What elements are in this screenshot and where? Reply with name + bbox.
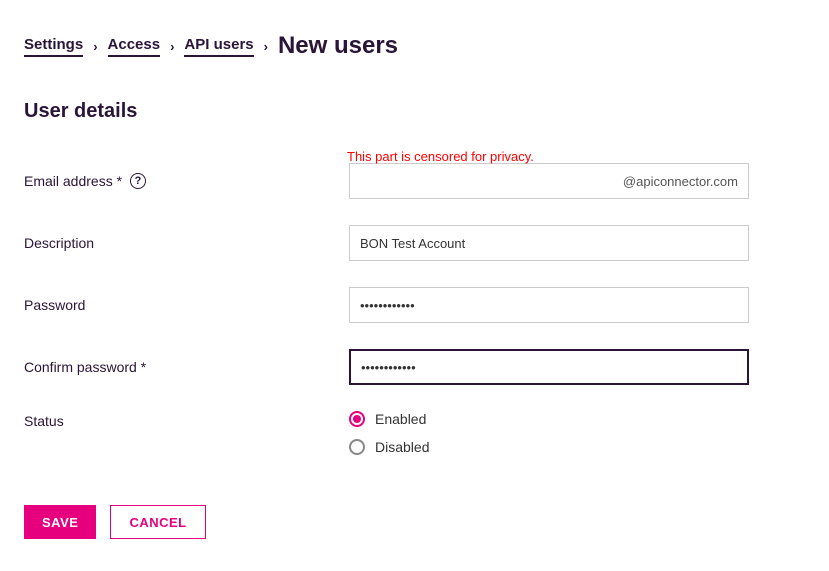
breadcrumb-access[interactable]: Access <box>108 36 161 57</box>
radio-icon <box>349 439 365 455</box>
chevron-right-icon: › <box>93 39 97 54</box>
button-row: SAVE CANCEL <box>24 505 805 539</box>
status-enabled-label: Enabled <box>375 411 426 427</box>
help-icon[interactable]: ? <box>130 173 146 189</box>
status-option-enabled[interactable]: Enabled <box>349 411 429 427</box>
description-input[interactable] <box>349 225 749 261</box>
form-row-description: Description <box>24 225 805 261</box>
confirm-password-input[interactable] <box>349 349 749 385</box>
email-field-wrapper: This part is censored for privacy. @apic… <box>349 163 749 199</box>
status-option-disabled[interactable]: Disabled <box>349 439 429 455</box>
confirm-password-label: Confirm password * <box>24 359 349 375</box>
email-suffix: @apiconnector.com <box>623 174 738 189</box>
form-row-email: Email address * ? This part is censored … <box>24 163 805 199</box>
email-label: Email address * ? <box>24 173 349 189</box>
cancel-button[interactable]: CANCEL <box>110 505 205 539</box>
breadcrumb-api-users[interactable]: API users <box>184 36 253 57</box>
chevron-right-icon: › <box>170 39 174 54</box>
chevron-right-icon: › <box>264 39 268 54</box>
breadcrumb: Settings › Access › API users › New user… <box>24 32 805 60</box>
status-radio-group: Enabled Disabled <box>349 411 429 455</box>
password-label: Password <box>24 297 349 313</box>
password-input[interactable] <box>349 287 749 323</box>
email-label-text: Email address * <box>24 173 122 189</box>
breadcrumb-settings[interactable]: Settings <box>24 36 83 57</box>
email-field[interactable]: @apiconnector.com <box>349 163 749 199</box>
radio-icon <box>349 411 365 427</box>
description-label: Description <box>24 235 349 251</box>
breadcrumb-current: New users <box>278 32 398 60</box>
status-label: Status <box>24 411 349 429</box>
form-row-status: Status Enabled Disabled <box>24 411 805 455</box>
status-disabled-label: Disabled <box>375 439 429 455</box>
form-row-confirm-password: Confirm password * <box>24 349 805 385</box>
section-title: User details <box>24 100 805 123</box>
form-row-password: Password <box>24 287 805 323</box>
save-button[interactable]: SAVE <box>24 505 96 539</box>
